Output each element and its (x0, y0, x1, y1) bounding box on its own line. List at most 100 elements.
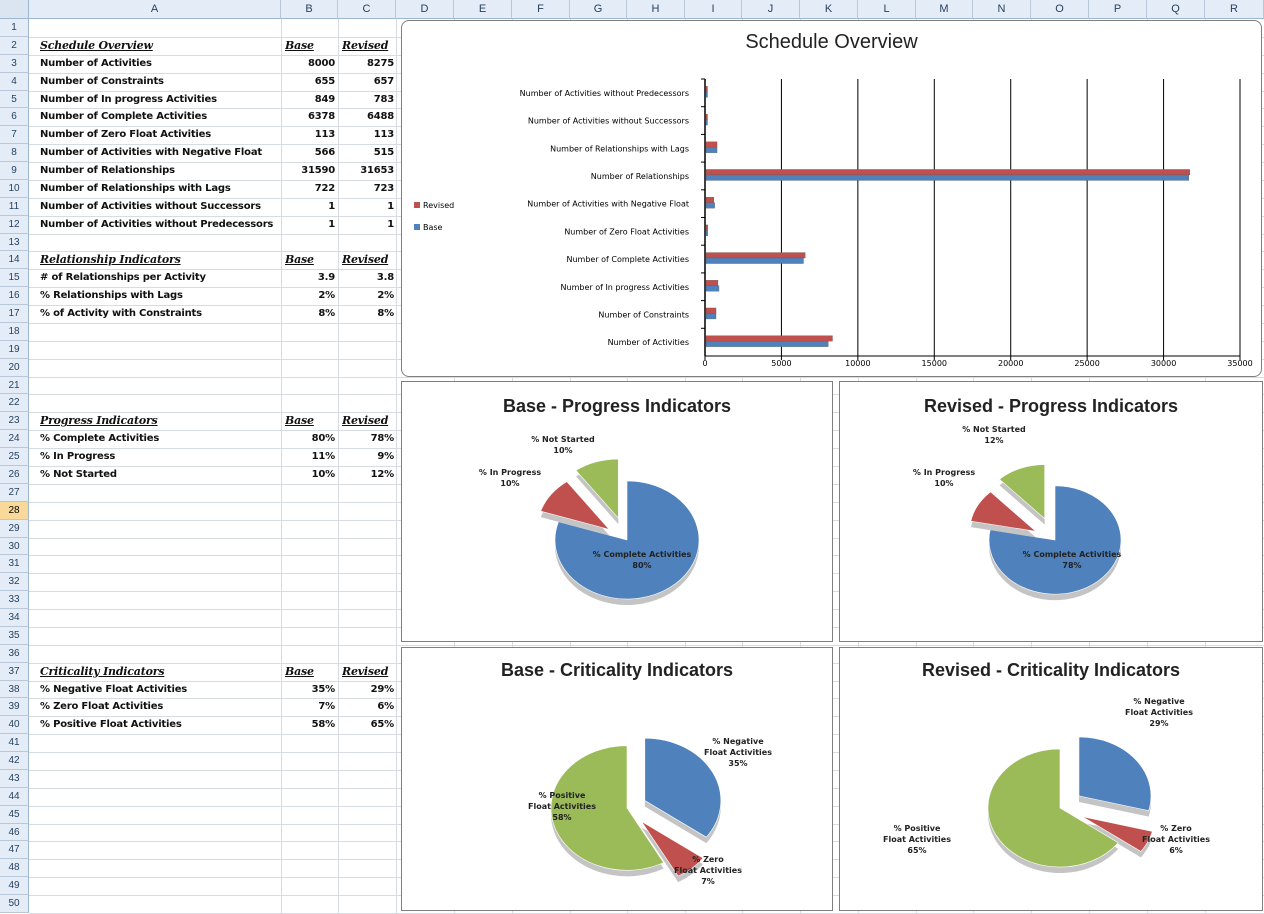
row-header[interactable]: 41 (0, 734, 29, 753)
row-header[interactable]: 50 (0, 895, 29, 913)
row-header[interactable]: 37 (0, 662, 29, 681)
revised-bar[interactable] (705, 141, 718, 148)
base-bar[interactable] (705, 230, 708, 237)
revised-value[interactable]: 515 (340, 144, 394, 162)
row-label[interactable]: # of Relationships per Activity (40, 269, 278, 287)
base-column-header[interactable]: Base (285, 412, 335, 430)
revised-value[interactable]: 6488 (340, 108, 394, 126)
row-header[interactable]: 14 (0, 251, 29, 270)
row-header[interactable]: 47 (0, 841, 29, 860)
column-header[interactable]: F (512, 0, 570, 19)
row-header[interactable]: 22 (0, 394, 29, 413)
base-value[interactable]: 10% (283, 466, 335, 484)
row-header[interactable]: 49 (0, 877, 29, 896)
revised-value[interactable]: 723 (340, 180, 394, 198)
base-value[interactable]: 8000 (283, 55, 335, 73)
row-label[interactable]: Number of Activities with Negative Float (40, 144, 278, 162)
revised-value[interactable]: 31653 (340, 162, 394, 180)
row-header[interactable]: 11 (0, 197, 29, 216)
base-value[interactable]: 35% (283, 681, 335, 699)
revised-bar[interactable] (705, 252, 806, 259)
revised-column-header[interactable]: Revised (342, 251, 398, 269)
row-header[interactable]: 26 (0, 466, 29, 484)
base-bar[interactable] (705, 340, 829, 347)
revised-value[interactable]: 9% (340, 448, 394, 466)
revised-value[interactable]: 65% (340, 716, 394, 734)
revised-value[interactable]: 8% (340, 305, 394, 323)
revised-progress-chart[interactable]: Revised - Progress Indicators % Complete… (839, 381, 1263, 642)
row-label[interactable]: Number of In progress Activities (40, 91, 278, 109)
row-label[interactable]: % Relationships with Lags (40, 287, 278, 305)
row-header[interactable]: 6 (0, 108, 29, 127)
column-header[interactable]: M (916, 0, 973, 19)
base-value[interactable]: 655 (283, 73, 335, 91)
base-bar[interactable] (705, 119, 708, 126)
row-label[interactable]: Number of Constraints (40, 73, 278, 91)
revised-bar[interactable] (705, 169, 1190, 176)
base-value[interactable]: 566 (283, 144, 335, 162)
base-value[interactable]: 722 (283, 180, 335, 198)
revised-value[interactable]: 113 (340, 126, 394, 144)
column-header[interactable]: N (973, 0, 1031, 19)
row-header[interactable]: 21 (0, 376, 29, 395)
row-header[interactable]: 16 (0, 287, 29, 306)
row-header[interactable]: 29 (0, 519, 29, 538)
revised-column-header[interactable]: Revised (342, 412, 398, 430)
row-header[interactable]: 23 (0, 412, 29, 431)
base-value[interactable]: 6378 (283, 108, 335, 126)
row-header[interactable]: 31 (0, 555, 29, 574)
row-header[interactable]: 18 (0, 322, 29, 341)
revised-column-header[interactable]: Revised (342, 663, 398, 681)
base-bar[interactable] (705, 202, 715, 209)
revised-bar[interactable] (705, 196, 715, 203)
revised-value[interactable]: 12% (340, 466, 394, 484)
base-value[interactable]: 3.9 (283, 269, 335, 287)
row-label[interactable]: % Positive Float Activities (40, 716, 278, 734)
row-label[interactable]: Number of Relationships (40, 162, 278, 180)
section-header[interactable]: Schedule Overview (40, 37, 278, 55)
row-header[interactable]: 40 (0, 716, 29, 735)
revised-value[interactable]: 29% (340, 681, 394, 699)
revised-bar[interactable] (705, 224, 708, 231)
row-header[interactable]: 7 (0, 126, 29, 145)
base-bar[interactable] (705, 257, 804, 264)
revised-value[interactable]: 783 (340, 91, 394, 109)
column-header[interactable]: H (627, 0, 685, 19)
base-value[interactable]: 1 (283, 198, 335, 216)
base-column-header[interactable]: Base (285, 251, 335, 269)
row-header[interactable]: 35 (0, 626, 29, 645)
row-header[interactable]: 34 (0, 609, 29, 627)
row-header[interactable]: 13 (0, 233, 29, 252)
row-header[interactable]: 1 (0, 19, 29, 37)
base-value[interactable]: 11% (283, 448, 335, 466)
revised-bar[interactable] (705, 307, 717, 314)
row-header[interactable]: 5 (0, 90, 29, 109)
base-progress-chart[interactable]: Base - Progress Indicators % Complete Ac… (401, 381, 833, 642)
column-header[interactable]: D (396, 0, 454, 19)
row-header[interactable]: 17 (0, 305, 29, 323)
row-header[interactable]: 24 (0, 430, 29, 449)
revised-value[interactable]: 657 (340, 73, 394, 91)
row-label[interactable]: % In Progress (40, 448, 278, 466)
column-header[interactable]: B (281, 0, 338, 19)
row-label[interactable]: Number of Activities (40, 55, 278, 73)
row-header[interactable]: 44 (0, 787, 29, 806)
revised-value[interactable]: 6% (340, 698, 394, 716)
row-header[interactable]: 38 (0, 680, 29, 699)
revised-bar[interactable] (705, 113, 708, 120)
column-header[interactable]: G (570, 0, 627, 19)
base-value[interactable]: 80% (283, 430, 335, 448)
column-header[interactable]: K (800, 0, 858, 19)
column-header[interactable]: Q (1147, 0, 1205, 19)
row-header[interactable]: 48 (0, 859, 29, 878)
base-value[interactable]: 58% (283, 716, 335, 734)
row-header[interactable]: 2 (0, 36, 29, 55)
revised-value[interactable]: 1 (340, 216, 394, 234)
base-value[interactable]: 8% (283, 305, 335, 323)
revised-criticality-chart[interactable]: Revised - Criticality Indicators % Negat… (839, 647, 1263, 911)
base-criticality-chart[interactable]: Base - Criticality Indicators % Negative… (401, 647, 833, 911)
section-header[interactable]: Progress Indicators (40, 412, 278, 430)
row-label[interactable]: Number of Activities without Predecessor… (40, 216, 278, 234)
column-header[interactable]: L (858, 0, 916, 19)
base-bar[interactable] (705, 91, 708, 98)
